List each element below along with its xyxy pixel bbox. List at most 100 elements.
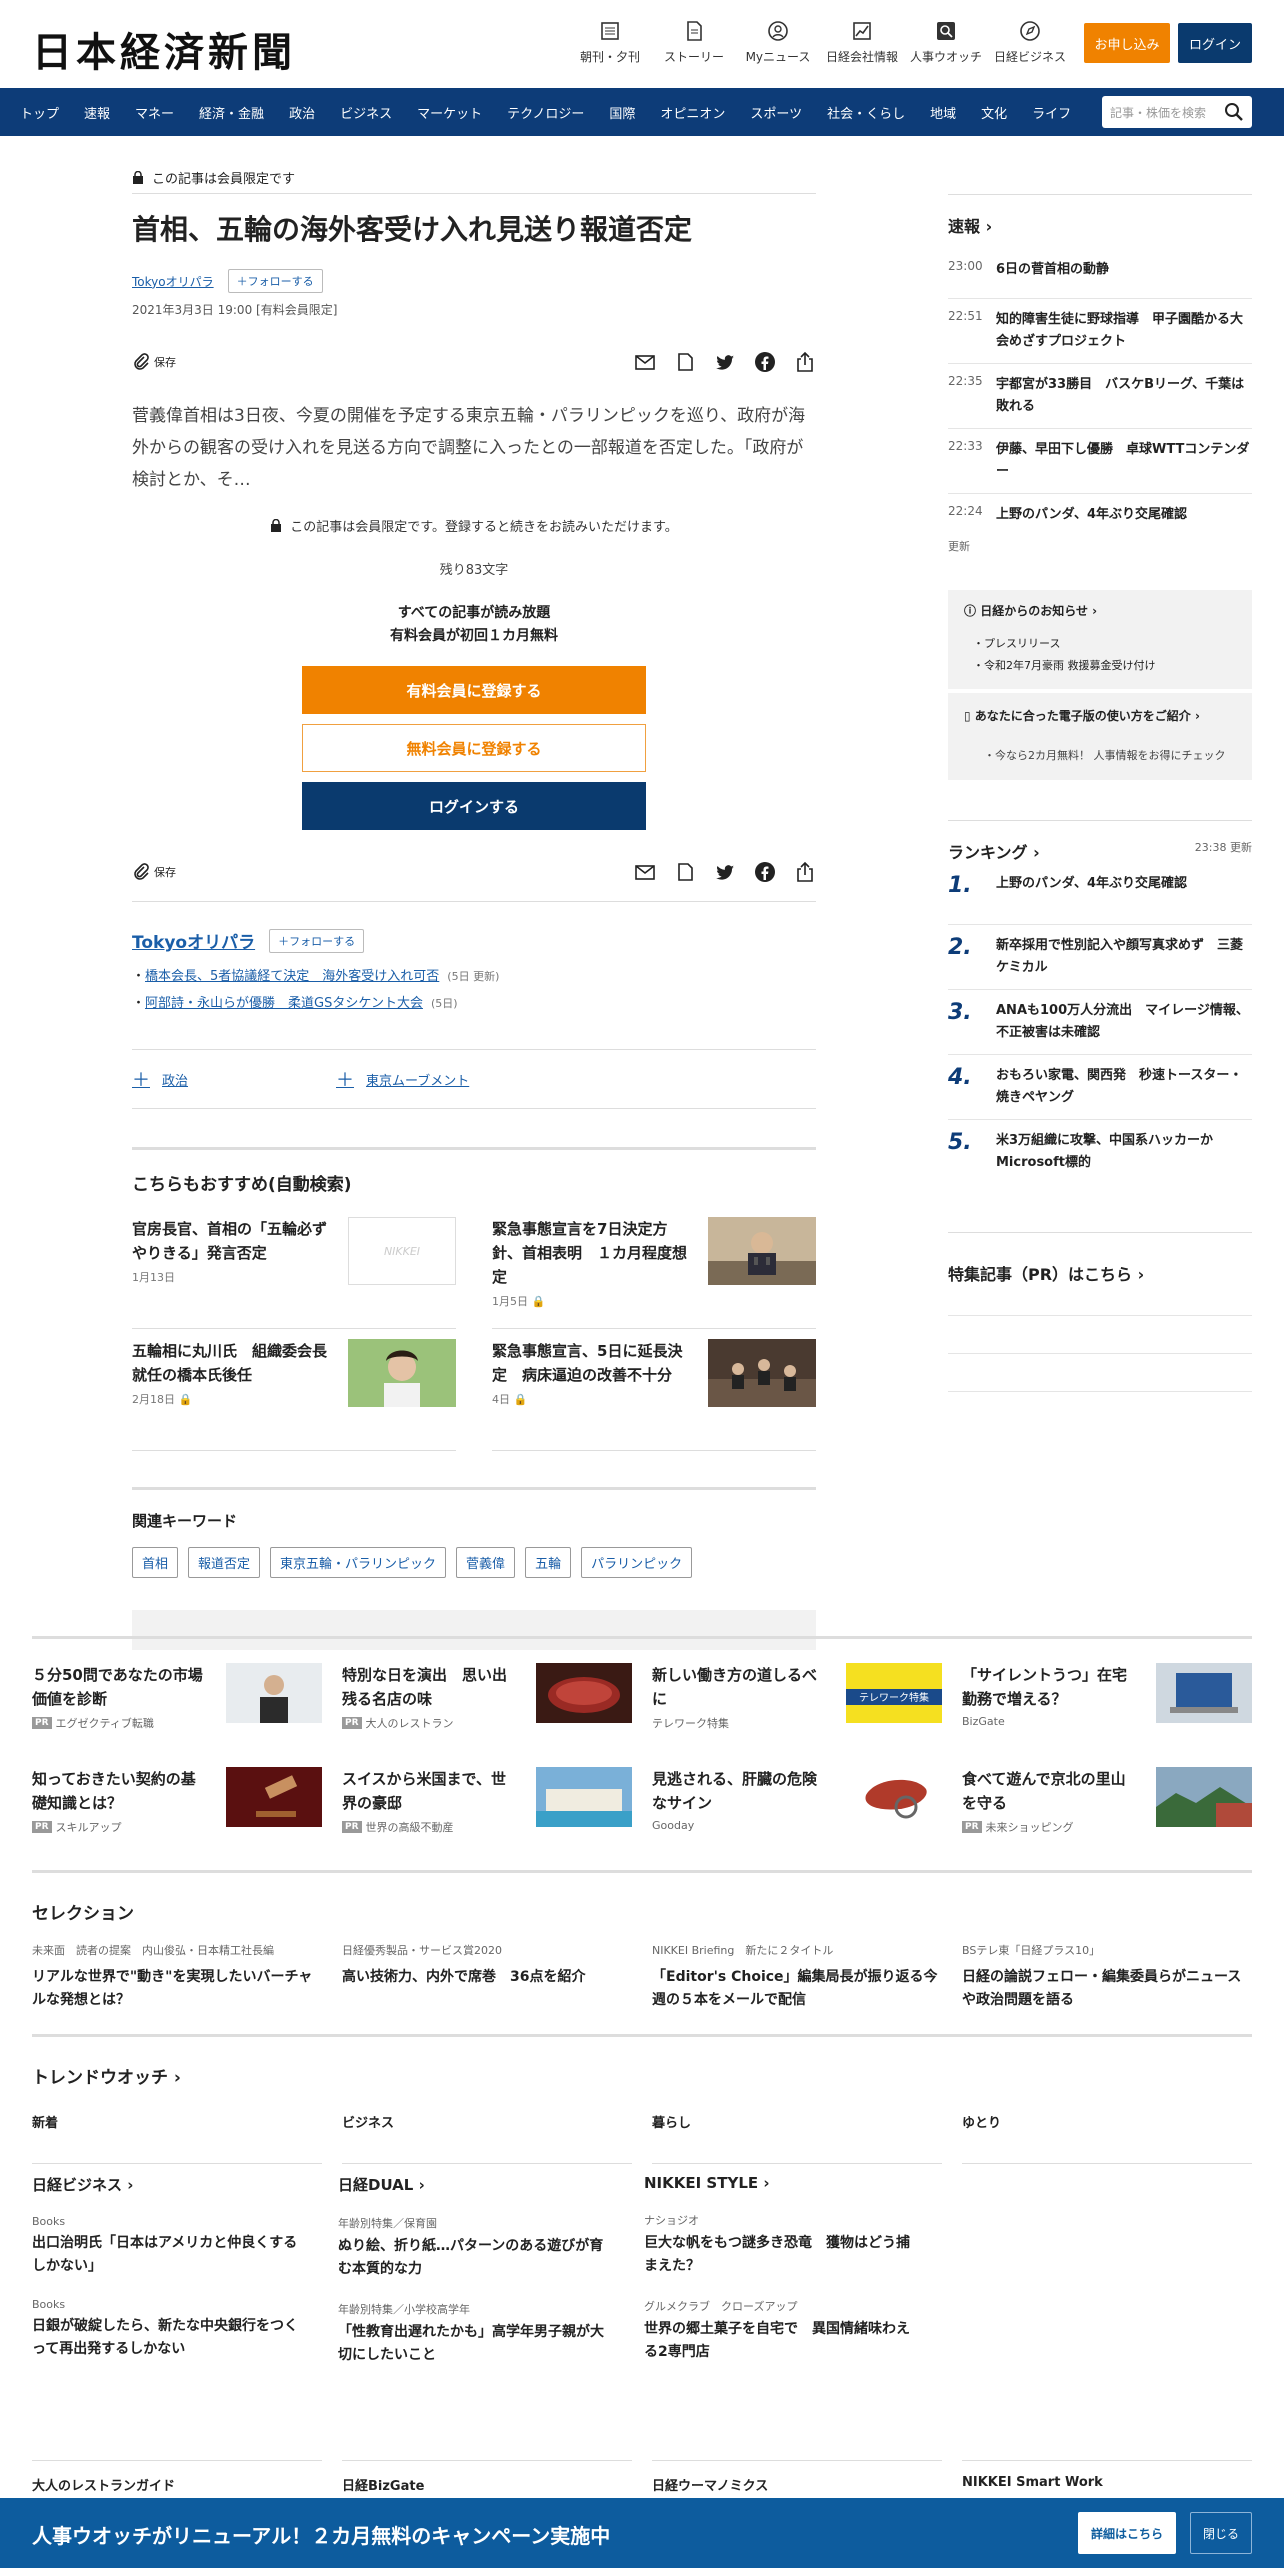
flash-news-item[interactable]: 22:35 宇都宮が33勝目 バスケBリーグ、千葉は敗れる [948, 364, 1252, 429]
flash-news-item[interactable]: 22:51 知的障害生徒に野球指導 甲子園酷かる大会めざすプロジェクト [948, 299, 1252, 364]
trend-tab[interactable]: ゆとり [962, 2112, 1252, 2164]
recommend-card[interactable]: 官房長官、首相の「五輪必ずやりきる」発言否定 1月13日 NIKKEI [132, 1207, 456, 1330]
nav-item[interactable]: トップ [20, 103, 59, 122]
keyword-tag[interactable]: 菅義偉 [456, 1547, 516, 1579]
twitter-icon[interactable] [714, 861, 736, 883]
campaign-detail-button[interactable]: 詳細はこちら [1078, 2512, 1176, 2554]
promo-card[interactable]: 新しい働き方の道しるべに テレワーク特集 テレワーク特集 [652, 1663, 942, 1731]
facebook-icon[interactable] [754, 351, 776, 373]
nav-item[interactable]: 速報 [84, 103, 110, 122]
campaign-close-button[interactable]: 閉じる [1190, 2512, 1252, 2554]
share-icon[interactable] [794, 861, 816, 883]
follow-button[interactable]: ＋フォローする [227, 269, 323, 294]
notice-title[interactable]: ⓘ 日経からのお知らせ › [964, 602, 1236, 619]
tool-nikkei-business[interactable]: 日経ビジネス [992, 20, 1068, 65]
media-item[interactable]: ナショジオ 巨大な帆をもつ謎多き恐竜 獲物はどう捕まえた？ [644, 2212, 918, 2278]
recommend-card[interactable]: 緊急事態宣言、5日に延長決定 病床逼迫の改善不十分 4日 🔒 [492, 1329, 816, 1452]
footer-media-tab[interactable]: NIKKEI Smart Work [962, 2460, 1252, 2500]
tool-newspaper[interactable]: 朝刊・夕刊 [572, 20, 648, 65]
search-input[interactable]: 記事・株価を検索 [1102, 96, 1252, 128]
selection-item[interactable]: BSテレ東「日経プラス10」 日経の論説フェロー・編集委員らがニュースや政治問題を… [962, 1942, 1252, 2012]
ranking-title[interactable]: ランキング › [948, 839, 1040, 863]
media-item[interactable]: 年齢別特集／小学校高学年 「性教育出遅れたかも」高学年男子親が大切にしたいこと [338, 2301, 612, 2367]
promo-card[interactable]: スイスから米国まで、世界の豪邸 PR 世界の高級不動産 [342, 1767, 632, 1835]
recommend-card[interactable]: 五輪相に丸川氏 組織委会長就任の橋本氏後任 2月18日 🔒 [132, 1329, 456, 1452]
media-item[interactable]: Books 出口治明氏「日本はアメリカと仲良くするしかない」 [32, 2215, 306, 2278]
promo-card[interactable]: 知っておきたい契約の基礎知識とは？ PR スキルアップ [32, 1767, 322, 1835]
topic-politics[interactable]: ＋ 政治 [132, 1066, 336, 1092]
keyword-tag[interactable]: 東京五輪・パラリンピック [270, 1547, 447, 1579]
related-link[interactable]: 橋本会長、5者協議経て決定 海外客受け入れ可否 [145, 969, 439, 984]
keyword-tag[interactable]: パラリンピック [581, 1547, 693, 1579]
topic-tokyo-movement[interactable]: ＋ 東京ムーブメント [336, 1066, 540, 1092]
flash-news-item[interactable]: 22:24 上野のパンダ、4年ぶり交尾確認 [948, 494, 1252, 536]
media-title[interactable]: 日経ビジネス › [32, 2174, 306, 2195]
promo-card[interactable]: 「サイレントうつ」在宅勤務で増える？ BizGate [962, 1663, 1252, 1731]
footer-media-tab[interactable]: 大人のレストランガイド [32, 2460, 322, 2500]
tool-company-info[interactable]: 日経会社情報 [824, 20, 900, 65]
nav-item[interactable]: マーケット [417, 103, 482, 122]
mail-icon[interactable] [634, 861, 656, 883]
recommend-card[interactable]: 緊急事態宣言を7日決定方針、首相表明 １カ月程度想定 1月5日 🔒 [492, 1207, 816, 1330]
ranking-item[interactable]: 2. 新卒採用で性別記入や顔写真求めず 三菱ケミカル [948, 925, 1252, 990]
selection-item[interactable]: 日経優秀製品・サービス賞2020 高い技術力、内外で席巻 36点を紹介 [342, 1942, 632, 2012]
search-icon[interactable] [1224, 102, 1244, 122]
promo-card[interactable]: ５分50問であなたの市場価値を診断 PR エグゼクティブ転職 [32, 1663, 322, 1731]
ranking-item[interactable]: 3. ANAも100万人分流出 マイレージ情報、不正被害は未確認 [948, 990, 1252, 1055]
nav-item[interactable]: ライフ [1032, 103, 1071, 122]
apply-button[interactable]: お申し込み [1084, 23, 1170, 63]
flash-news-item[interactable]: 22:33 伊藤、早田下し優勝 卓球WTTコンテンダー [948, 429, 1252, 494]
author-box-name[interactable]: Tokyoオリパラ [132, 928, 255, 953]
promo-card[interactable]: 食べて遊んで京北の里山を守る PR 未来ショッピング [962, 1767, 1252, 1835]
save-button[interactable]: 保存 [132, 353, 176, 371]
follow-button[interactable]: ＋フォローする [269, 928, 365, 953]
nav-item[interactable]: 地域 [930, 103, 956, 122]
nikkei-logo[interactable]: 日本経済新聞 [32, 20, 296, 78]
flash-news-title[interactable]: 速報 › [948, 194, 1252, 237]
ranking-item[interactable]: 1. 上野のパンダ、4年ぶり交尾確認 [948, 863, 1252, 925]
nav-item[interactable]: 経済・金融 [199, 103, 264, 122]
tool-story[interactable]: ストーリー [656, 20, 732, 65]
ranking-item[interactable]: 5. 米3万組織に攻撃、中国系ハッカーかMicrosoft標的 [948, 1120, 1252, 1184]
ranking-item[interactable]: 4. おもろい家電、関西発 秒速トースター・焼きペヤング [948, 1055, 1252, 1120]
note-icon[interactable] [674, 861, 696, 883]
footer-media-tab[interactable]: 日経ウーマノミクス [652, 2460, 942, 2500]
media-item[interactable]: グルメクラブ クローズアップ 世界の郷土菓子を自宅で 異国情緒味わえる2専門店 [644, 2298, 918, 2364]
nav-item[interactable]: マネー [135, 103, 174, 122]
note-icon[interactable] [674, 351, 696, 373]
author-link[interactable]: Tokyoオリパラ [132, 273, 214, 290]
login-button[interactable]: ログイン [1178, 23, 1252, 63]
trend-tab[interactable]: ビジネス [342, 2112, 632, 2164]
selection-item[interactable]: 未来面 読者の提案 内山俊弘・日本精工社長編 リアルな世界で"動き"を実現したいバ… [32, 1942, 322, 2012]
keyword-tag[interactable]: 五輪 [525, 1547, 572, 1579]
promo-card[interactable]: 特別な日を演出 思い出残る名店の味 PR 大人のレストラン [342, 1663, 632, 1731]
guide-text[interactable]: ・今なら2カ月無料！ 人事情報をお得にチェック [964, 746, 1236, 766]
mail-icon[interactable] [634, 351, 656, 373]
trend-tab[interactable]: 暮らし [652, 2112, 942, 2164]
paywall-login-button[interactable]: ログインする [302, 782, 646, 831]
selection-item[interactable]: NIKKEI Briefing 新たに２タイトル 「Editor's Choice… [652, 1942, 942, 2012]
footer-media-tab[interactable]: 日経BizGate [342, 2460, 632, 2500]
register-paid-button[interactable]: 有料会員に登録する [302, 666, 646, 715]
nav-item[interactable]: テクノロジー [507, 103, 584, 122]
media-title[interactable]: NIKKEI STYLE › [644, 2174, 918, 2192]
nav-item[interactable]: オピニオン [660, 103, 725, 122]
nav-item[interactable]: 文化 [981, 103, 1007, 122]
nav-item[interactable]: 国際 [609, 103, 635, 122]
trend-title[interactable]: トレンドウオッチ › [32, 2063, 1252, 2088]
guide-title[interactable]: ▯ あなたに合った電子版の使い方をご紹介 › [964, 707, 1236, 724]
share-icon[interactable] [794, 351, 816, 373]
nav-item[interactable]: ビジネス [340, 103, 392, 122]
media-item[interactable]: Books 日銀が破綻したら、新たな中央銀行をつくって再出発するしかない [32, 2298, 306, 2361]
media-item[interactable]: 年齢別特集／保育園 ぬり絵、折り紙…パターンのある遊びが育む本質的な力 [338, 2215, 612, 2281]
register-free-button[interactable]: 無料会員に登録する [302, 724, 646, 773]
flash-news-item[interactable]: 23:00 6日の菅首相の動静 [948, 249, 1252, 299]
tool-mynews[interactable]: Myニュース [740, 20, 816, 65]
tool-personnel-watch[interactable]: 人事ウオッチ [908, 20, 984, 65]
trend-tab[interactable]: 新着 [32, 2112, 322, 2164]
nav-item[interactable]: スポーツ [750, 103, 802, 122]
keyword-tag[interactable]: 報道否定 [188, 1547, 261, 1579]
media-title[interactable]: 日経DUAL › [338, 2174, 612, 2195]
save-button[interactable]: 保存 [132, 862, 176, 881]
promo-card[interactable]: 見逃される、肝臓の危険なサイン Gooday [652, 1767, 942, 1835]
